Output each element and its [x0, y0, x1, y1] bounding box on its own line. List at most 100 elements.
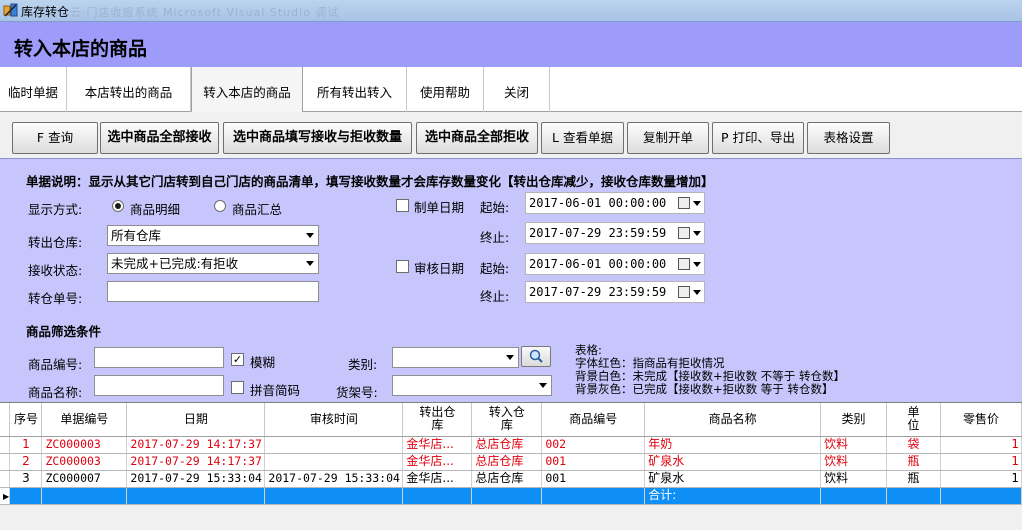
col-out-warehouse[interactable]: 转出仓 库	[402, 403, 473, 437]
total-label: 合计:	[644, 487, 822, 505]
chevron-down-icon[interactable]	[693, 201, 701, 206]
product-name-input[interactable]	[94, 375, 224, 396]
calendar-icon[interactable]	[678, 286, 690, 298]
chevron-down-icon[interactable]	[693, 231, 701, 236]
tab-outgoing[interactable]: 本店转出的商品	[67, 67, 191, 112]
cell-audit-time	[264, 453, 404, 471]
print-export-button[interactable]: P 打印、导出	[712, 122, 804, 154]
summary-cell	[471, 487, 543, 505]
reject-all-button[interactable]: 选中商品全部拒收	[416, 122, 538, 154]
summary-cell	[9, 487, 43, 505]
table-header: 序号 单据编号 日期 审核时间 转出仓 库 转入仓 库 商品编号 商品名称 类别…	[0, 403, 1022, 437]
row-indicator[interactable]	[0, 453, 11, 471]
col-doc-no[interactable]: 单据编号	[41, 403, 128, 437]
table-row[interactable]: 1 ZC000003 2017-07-29 14:17:37 金华店... 总店…	[0, 436, 1022, 454]
cell-product-code: 001	[541, 470, 646, 488]
cell-seq: 3	[9, 470, 43, 488]
triangle-right-icon: ▶	[3, 491, 10, 501]
col-in-warehouse[interactable]: 转入仓 库	[471, 403, 543, 437]
cell-audit-time: 2017-07-29 15:33:04	[264, 470, 404, 488]
audit-end-date[interactable]: 2017-07-29 23:59:59	[525, 281, 705, 303]
cell-out-warehouse: 金华店...	[402, 453, 473, 471]
summary-cell	[820, 487, 888, 505]
tab-close[interactable]: 关闭	[484, 67, 550, 112]
cell-retail-price: 1	[940, 470, 1022, 488]
cell-product-name: 矿泉水	[644, 470, 822, 488]
radio-summary[interactable]	[214, 200, 226, 212]
col-audit-time[interactable]: 审核时间	[264, 403, 404, 437]
make-end-date[interactable]: 2017-07-29 23:59:59	[525, 222, 705, 244]
table-settings-button[interactable]: 表格设置	[807, 122, 890, 154]
calendar-icon[interactable]	[678, 197, 690, 209]
row-indicator[interactable]	[0, 436, 11, 454]
shelf-select[interactable]	[392, 375, 552, 396]
query-button[interactable]: F 查询	[12, 122, 98, 154]
shelf-label: 货架号:	[336, 385, 378, 400]
cell-category: 饮料	[820, 470, 888, 488]
product-code-label: 商品编号:	[28, 357, 83, 372]
col-product-code[interactable]: 商品编号	[541, 403, 646, 437]
chevron-down-icon	[539, 383, 547, 388]
page-header: 转入本店的商品	[0, 22, 1022, 67]
fuzzy-checkbox[interactable]: ✓	[231, 353, 244, 366]
pinyin-checkbox[interactable]	[231, 381, 244, 394]
display-mode-label: 显示方式:	[28, 202, 83, 217]
table-row[interactable]: 3 ZC000007 2017-07-29 15:33:04 2017-07-2…	[0, 470, 1022, 488]
out-warehouse-select[interactable]: 所有仓库	[107, 225, 319, 246]
col-unit[interactable]: 单 位	[886, 403, 941, 437]
col-product-name[interactable]: 商品名称	[644, 403, 822, 437]
col-seq[interactable]: 序号	[9, 403, 43, 437]
chevron-down-icon[interactable]	[693, 290, 701, 295]
fill-accept-reject-button[interactable]: 选中商品填写接收与拒收数量	[223, 122, 412, 154]
chevron-down-icon[interactable]	[693, 262, 701, 267]
check-icon: ✓	[232, 353, 243, 366]
audit-start-date[interactable]: 2017-06-01 00:00:00	[525, 253, 705, 275]
col-date[interactable]: 日期	[126, 403, 266, 437]
current-row-indicator[interactable]: ▶	[0, 487, 11, 505]
summary-cell	[541, 487, 646, 505]
radio-detail-label[interactable]: 商品明细	[130, 199, 180, 218]
summary-cell	[940, 487, 1022, 505]
tab-incoming[interactable]: 转入本店的商品	[191, 67, 303, 113]
tab-temp-docs[interactable]: 临时单据	[0, 67, 67, 112]
transfer-no-input[interactable]	[107, 281, 319, 302]
cell-in-warehouse: 总店仓库	[471, 453, 543, 471]
make-date-checkbox[interactable]	[396, 199, 409, 212]
radio-detail[interactable]	[112, 200, 124, 212]
product-code-input[interactable]	[94, 347, 224, 368]
product-name-label: 商品名称:	[28, 385, 83, 400]
make-start-date[interactable]: 2017-06-01 00:00:00	[525, 192, 705, 214]
copy-order-button[interactable]: 复制开单	[627, 122, 709, 154]
receive-status-select[interactable]: 未完成+已完成:有拒收	[107, 253, 319, 274]
radio-summary-label[interactable]: 商品汇总	[232, 199, 282, 218]
color-legend: 表格: 字体红色：指商品有拒收情况 背景白色：未完成【接收数+拒收数 不等于 转…	[575, 344, 845, 396]
cell-date: 2017-07-29 14:17:37	[126, 453, 266, 471]
tab-bar: 临时单据 本店转出的商品 转入本店的商品 所有转出转入 使用帮助 关闭	[0, 67, 1022, 113]
category-search-button[interactable]	[521, 346, 551, 367]
category-select[interactable]	[392, 347, 519, 368]
out-warehouse-value: 所有仓库	[111, 228, 162, 243]
summary-row[interactable]: ▶ 合计:	[0, 487, 1022, 505]
cell-category: 饮料	[820, 453, 888, 471]
tab-help[interactable]: 使用帮助	[407, 67, 484, 112]
legend-gray: 背景灰色：已完成【接收数+拒收数 等于 转仓数】	[575, 382, 834, 396]
search-icon	[529, 349, 543, 363]
row-indicator[interactable]	[0, 470, 11, 488]
table-row[interactable]: 2 ZC000003 2017-07-29 14:17:37 金华店... 总店…	[0, 453, 1022, 471]
accept-all-button[interactable]: 选中商品全部接收	[100, 122, 219, 154]
chevron-down-icon	[506, 355, 514, 360]
audit-date-label: 审核日期	[414, 261, 465, 276]
audit-date-checkbox[interactable]	[396, 260, 409, 273]
audit-start-label: 起始:	[480, 261, 510, 276]
cell-doc-no: ZC000003	[41, 453, 128, 471]
data-grid: 序号 单据编号 日期 审核时间 转出仓 库 转入仓 库 商品编号 商品名称 类别…	[0, 402, 1022, 505]
audit-end-value: 2017-07-29 23:59:59	[529, 285, 667, 299]
cell-product-code: 001	[541, 453, 646, 471]
calendar-icon[interactable]	[678, 258, 690, 270]
col-category[interactable]: 类别	[820, 403, 888, 437]
tab-all-transfers[interactable]: 所有转出转入	[303, 67, 407, 112]
view-doc-button[interactable]: L 查看单据	[541, 122, 624, 154]
col-retail-price[interactable]: 零售价	[940, 403, 1022, 437]
cell-date: 2017-07-29 15:33:04	[126, 470, 266, 488]
calendar-icon[interactable]	[678, 227, 690, 239]
